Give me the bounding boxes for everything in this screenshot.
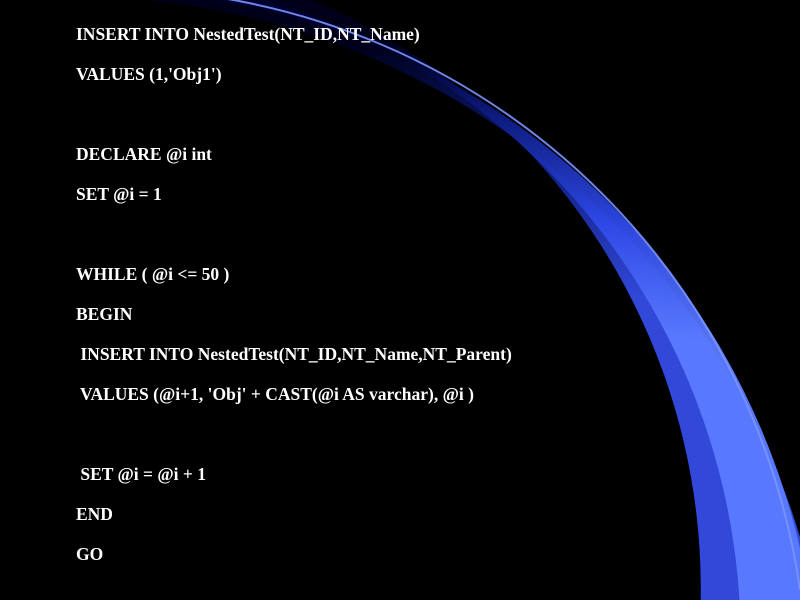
code-line [76,424,740,464]
code-line: END [76,504,740,544]
code-line: GO [76,544,740,584]
code-line: VALUES (1,'Obj1') [76,64,740,104]
slide: INSERT INTO NestedTest(NT_ID,NT_Name) VA… [0,0,800,600]
code-line: WHILE ( @i <= 50 ) [76,264,740,304]
code-line [76,224,740,264]
code-line: VALUES (@i+1, 'Obj' + CAST(@i AS varchar… [76,384,740,424]
code-line: INSERT INTO NestedTest(NT_ID,NT_Name,NT_… [76,344,740,384]
code-block: INSERT INTO NestedTest(NT_ID,NT_Name) VA… [76,24,740,584]
code-line: BEGIN [76,304,740,344]
code-line: DECLARE @i int [76,144,740,184]
code-line: SET @i = @i + 1 [76,464,740,504]
code-line: INSERT INTO NestedTest(NT_ID,NT_Name) [76,24,740,64]
code-line [76,104,740,144]
code-line: SET @i = 1 [76,184,740,224]
